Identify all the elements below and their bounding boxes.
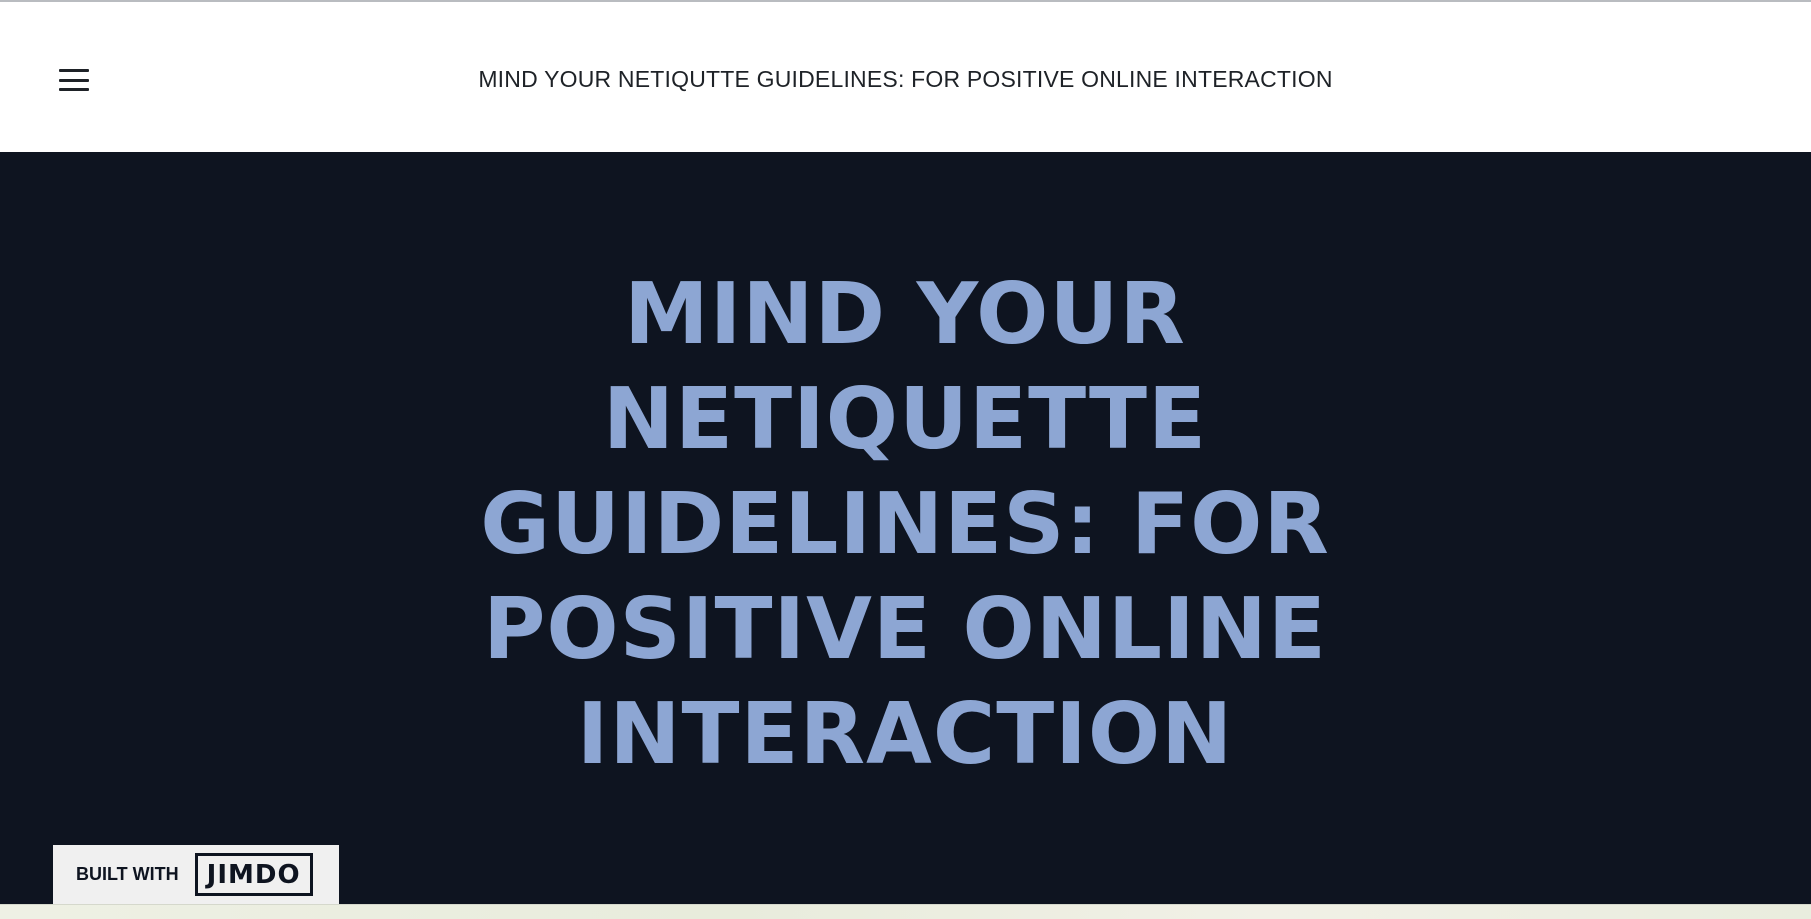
taskbar-strip (0, 904, 1811, 919)
jimdo-logo: JIMDO (194, 853, 313, 896)
site-header: MIND YOUR NETIQUTTE GUIDELINES: FOR POSI… (0, 2, 1811, 152)
hero-section: MIND YOUR NETIQUETTE GUIDELINES: FOR POS… (0, 152, 1811, 904)
built-with-jimdo-badge[interactable]: BUILT WITH JIMDO (53, 845, 339, 904)
built-with-label: BUILT WITH (76, 864, 179, 884)
site-title-link[interactable]: MIND YOUR NETIQUTTE GUIDELINES: FOR POSI… (0, 66, 1811, 93)
hero-heading: MIND YOUR NETIQUETTE GUIDELINES: FOR POS… (480, 265, 1330, 784)
